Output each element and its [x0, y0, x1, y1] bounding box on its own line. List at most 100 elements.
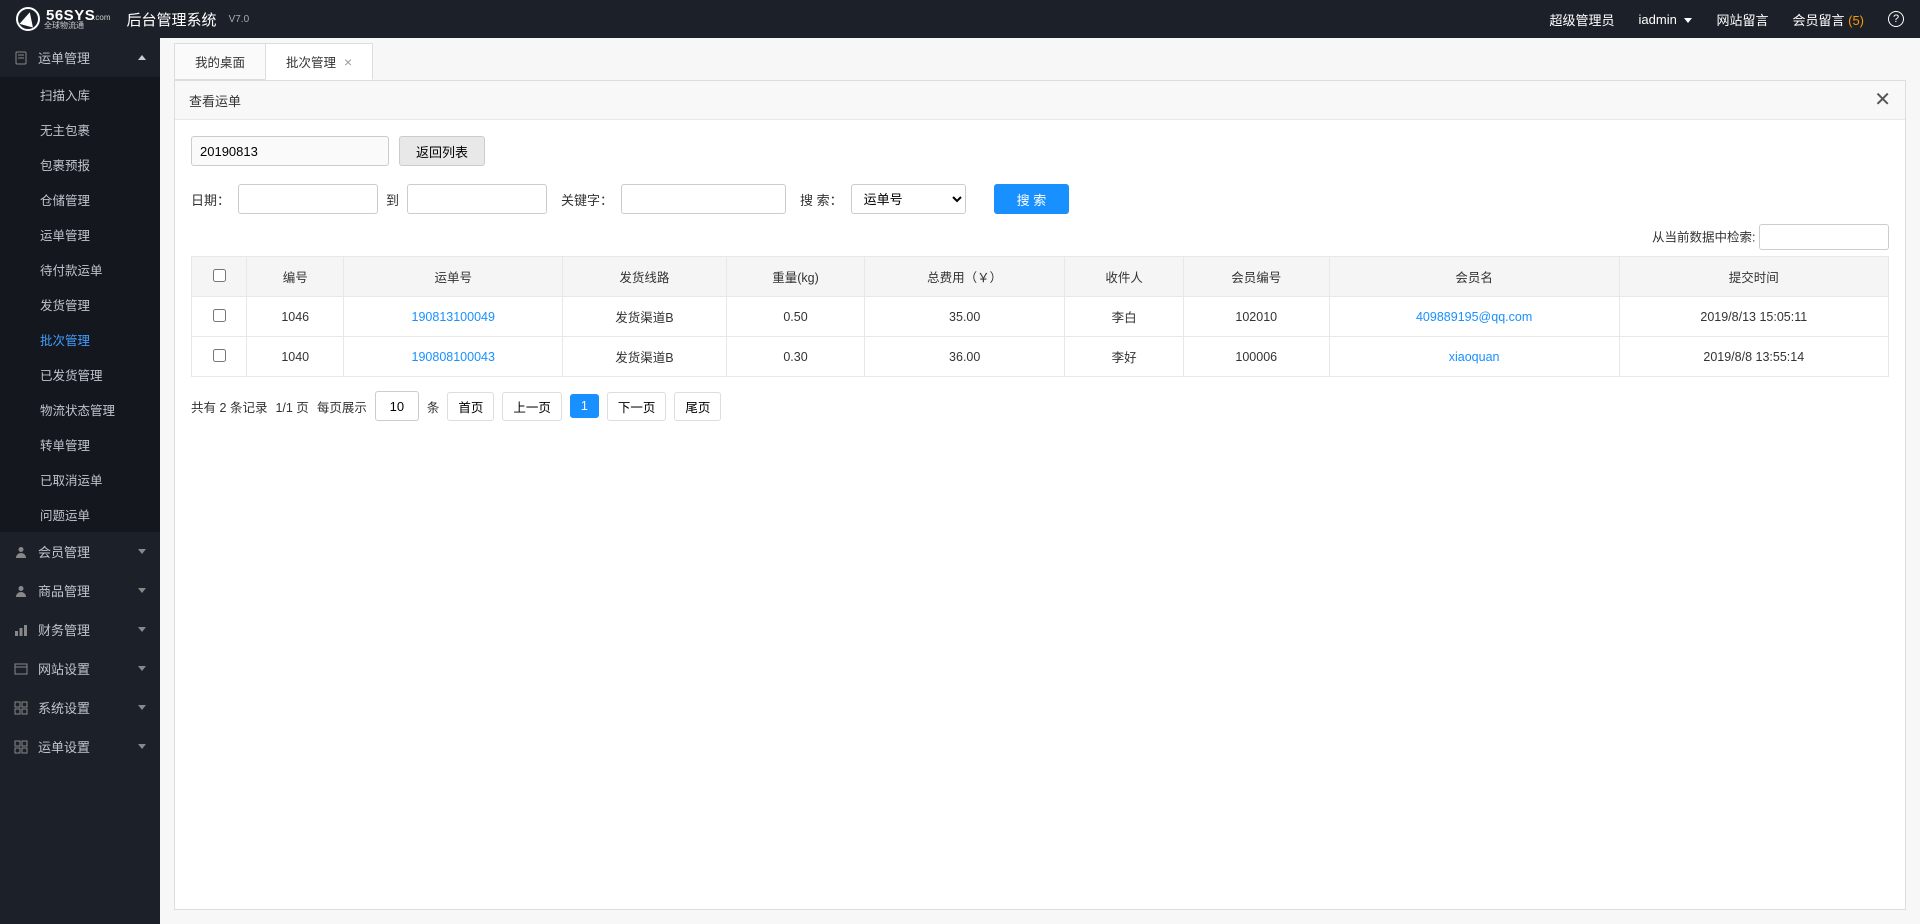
prev-page-button[interactable]: 上一页 — [502, 392, 562, 421]
sidebar-group[interactable]: 财务管理 — [0, 610, 160, 649]
layout-icon — [14, 662, 28, 676]
per-page-label: 每页展示 — [317, 397, 367, 416]
back-button[interactable]: 返回列表 — [399, 136, 485, 166]
sidebar-item[interactable]: 问题运单 — [0, 497, 160, 532]
select-all-checkbox[interactable] — [213, 269, 226, 282]
sidebar-item[interactable]: 已取消运单 — [0, 462, 160, 497]
sidebar-item[interactable]: 包裹预报 — [0, 147, 160, 182]
page-1-button[interactable]: 1 — [570, 394, 599, 418]
column-header: 编号 — [247, 257, 344, 297]
cell-fee: 36.00 — [865, 337, 1065, 377]
member-message-link[interactable]: 会员留言 (5) — [1792, 10, 1864, 29]
sidebar-item[interactable]: 物流状态管理 — [0, 392, 160, 427]
sidebar-group-label: 运单管理 — [38, 48, 90, 67]
column-header: 运单号 — [344, 257, 563, 297]
cell-recv: 李好 — [1065, 337, 1184, 377]
sidebar: 运单管理扫描入库无主包裹包裹预报仓储管理运单管理待付款运单发货管理批次管理已发货… — [0, 38, 160, 924]
sidebar-group[interactable]: 运单设置 — [0, 727, 160, 766]
date-from-input[interactable] — [238, 184, 378, 214]
local-search-row: 从当前数据中检索: — [191, 224, 1889, 250]
sidebar-item[interactable]: 无主包裹 — [0, 112, 160, 147]
site-message-link[interactable]: 网站留言 — [1716, 10, 1768, 29]
user-icon — [14, 584, 28, 598]
batch-input[interactable] — [191, 136, 389, 166]
content-panel: 查看运单 ✕ 返回列表 日期： 到 关键字： 搜 索： 运单号 — [174, 80, 1906, 910]
chevron-down-icon — [138, 627, 146, 632]
member-link[interactable]: 409889195@qq.com — [1416, 310, 1532, 324]
column-header: 发货线路 — [562, 257, 726, 297]
chevron-down-icon — [138, 744, 146, 749]
sidebar-item[interactable]: 待付款运单 — [0, 252, 160, 287]
user-icon — [14, 545, 28, 559]
chevron-down-icon — [138, 549, 146, 554]
cell-no: 1040 — [247, 337, 344, 377]
column-header: 提交时间 — [1619, 257, 1888, 297]
waybill-link[interactable]: 190808100043 — [412, 350, 495, 364]
cell-route: 发货渠道B — [562, 297, 726, 337]
tab-close-icon[interactable]: × — [344, 55, 352, 69]
tabs: 我的桌面 批次管理 × — [160, 46, 1920, 80]
close-icon[interactable]: ✕ — [1874, 90, 1891, 110]
sidebar-item[interactable]: 转单管理 — [0, 427, 160, 462]
cell-memno: 102010 — [1183, 297, 1329, 337]
filter-row-1: 返回列表 — [191, 136, 1889, 166]
sidebar-group-label: 运单设置 — [38, 737, 90, 756]
keyword-input[interactable] — [621, 184, 786, 214]
sidebar-item[interactable]: 仓储管理 — [0, 182, 160, 217]
sidebar-item[interactable]: 批次管理 — [0, 322, 160, 357]
local-search-input[interactable] — [1759, 224, 1889, 250]
cell-recv: 李白 — [1065, 297, 1184, 337]
content-title: 查看运单 — [189, 91, 241, 110]
sidebar-item[interactable]: 发货管理 — [0, 287, 160, 322]
sidebar-group[interactable]: 网站设置 — [0, 649, 160, 688]
cell-memno: 100006 — [1183, 337, 1329, 377]
sidebar-item[interactable]: 运单管理 — [0, 217, 160, 252]
table-row: 1040190808100043发货渠道B0.3036.00李好100006xi… — [192, 337, 1889, 377]
message-count: (5) — [1848, 13, 1864, 28]
sidebar-group[interactable]: 运单管理 — [0, 38, 160, 77]
data-table: 编号运单号发货线路重量(kg)总费用（￥）收件人会员编号会员名提交时间 1046… — [191, 256, 1889, 377]
waybill-link[interactable]: 190813100049 — [412, 310, 495, 324]
tab-label: 我的桌面 — [195, 52, 245, 71]
search-type-label: 搜 索： — [800, 190, 843, 209]
local-search-label: 从当前数据中检索: — [1652, 231, 1755, 245]
content-header: 查看运单 ✕ — [175, 81, 1905, 120]
chevron-down-icon — [138, 666, 146, 671]
sidebar-item[interactable]: 已发货管理 — [0, 357, 160, 392]
chevron-down-icon — [138, 588, 146, 593]
sidebar-item[interactable]: 扫描入库 — [0, 77, 160, 112]
last-page-button[interactable]: 尾页 — [674, 392, 721, 421]
cell-time: 2019/8/13 15:05:11 — [1619, 297, 1888, 337]
next-page-button[interactable]: 下一页 — [607, 392, 667, 421]
filter-row-2: 日期： 到 关键字： 搜 索： 运单号 搜 索 — [191, 184, 1889, 214]
row-checkbox[interactable] — [213, 309, 226, 322]
header: 56SYS.com 全球物流通 后台管理系统 V7.0 超级管理员 iadmin… — [0, 0, 1920, 38]
keyword-label: 关键字： — [561, 190, 613, 209]
sidebar-group[interactable]: 商品管理 — [0, 571, 160, 610]
content-body: 返回列表 日期： 到 关键字： 搜 索： 运单号 搜 索 — [175, 120, 1905, 909]
search-button[interactable]: 搜 索 — [994, 184, 1070, 214]
member-link[interactable]: xiaoquan — [1449, 350, 1500, 364]
user-dropdown[interactable]: iadmin — [1639, 12, 1693, 27]
first-page-button[interactable]: 首页 — [447, 392, 494, 421]
page-size-input[interactable] — [375, 391, 419, 421]
logo: 56SYS.com 全球物流通 — [16, 7, 111, 31]
column-header: 会员编号 — [1183, 257, 1329, 297]
date-to-input[interactable] — [407, 184, 547, 214]
cell-no: 1046 — [247, 297, 344, 337]
cell-weight: 0.50 — [726, 297, 864, 337]
sidebar-group-label: 会员管理 — [38, 542, 90, 561]
chevron-up-icon — [138, 55, 146, 60]
tab-label: 批次管理 — [286, 52, 336, 71]
search-type-select[interactable]: 运单号 — [851, 184, 966, 214]
sidebar-group[interactable]: 系统设置 — [0, 688, 160, 727]
date-label: 日期： — [191, 190, 230, 209]
header-right: 超级管理员 iadmin 网站留言 会员留言 (5) ? — [1550, 10, 1904, 29]
sidebar-group[interactable]: 会员管理 — [0, 532, 160, 571]
row-checkbox[interactable] — [213, 349, 226, 362]
tab[interactable]: 我的桌面 — [174, 43, 266, 80]
stats-icon — [14, 623, 28, 637]
to-label: 到 — [386, 190, 399, 209]
tab[interactable]: 批次管理 × — [265, 43, 373, 80]
help-icon[interactable]: ? — [1888, 11, 1904, 27]
